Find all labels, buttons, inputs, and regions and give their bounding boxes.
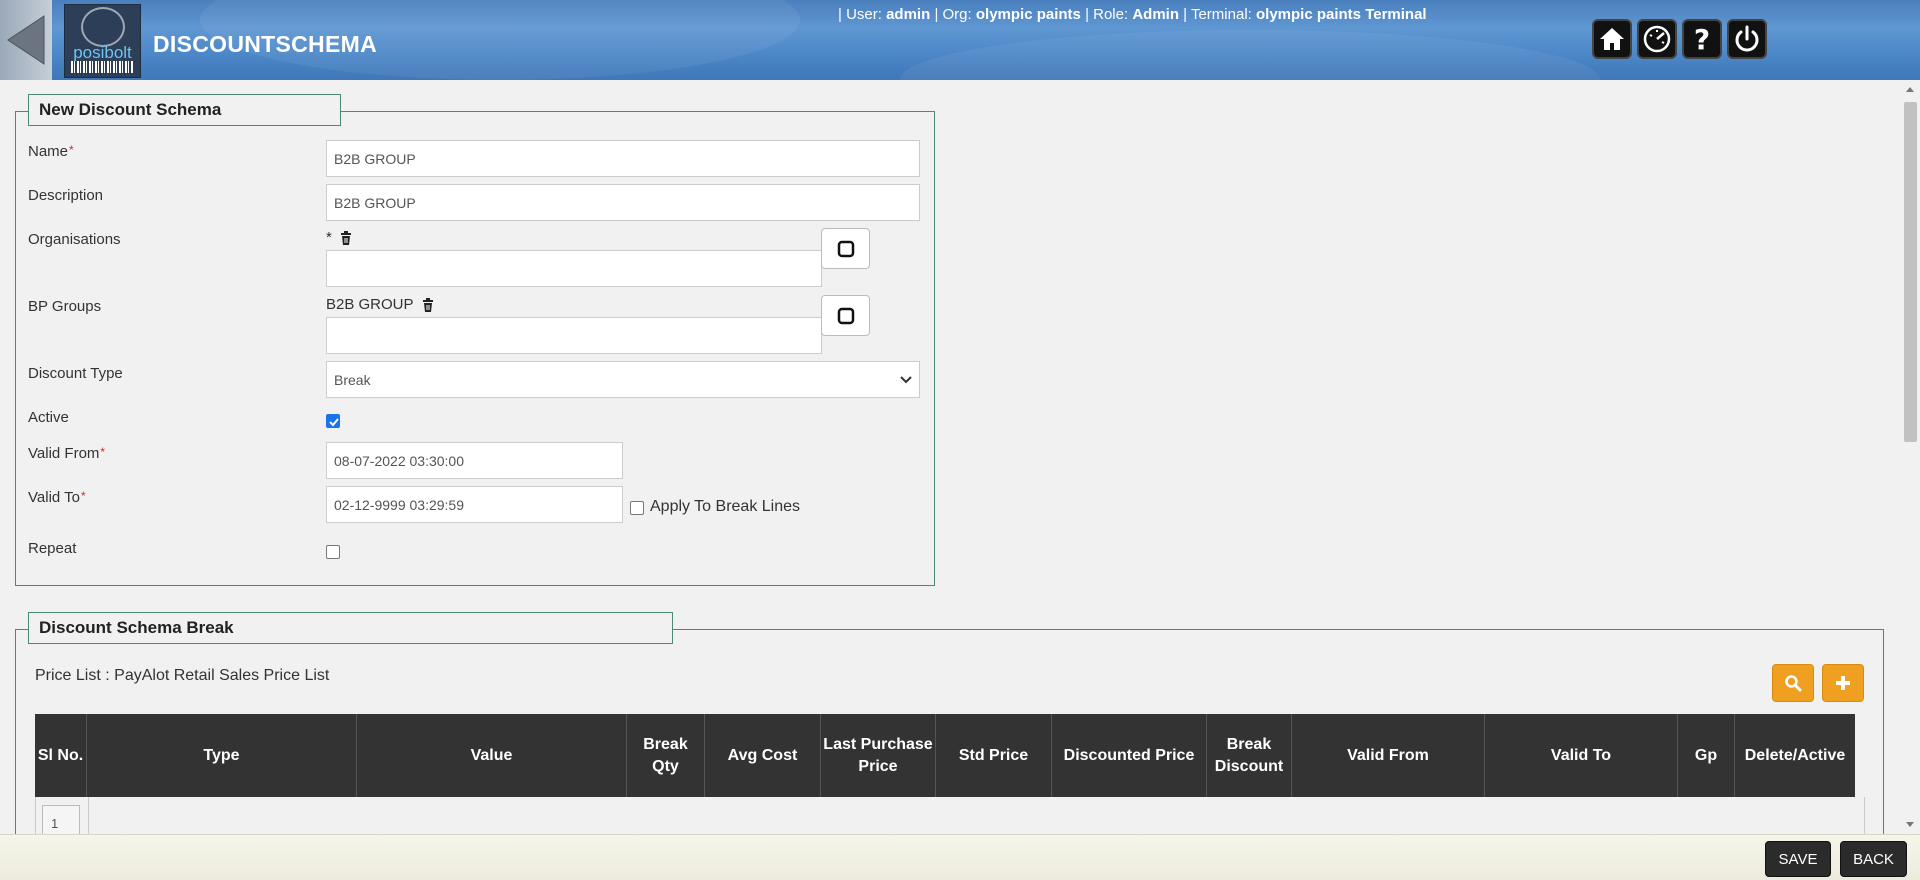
home-icon	[1600, 28, 1624, 50]
discount-type-value: Break	[334, 371, 371, 388]
column-divider	[88, 797, 89, 837]
help-button[interactable]: ?	[1682, 19, 1722, 59]
footer-bar: SAVE BACK	[0, 834, 1920, 880]
organisations-lookup-button[interactable]	[821, 228, 870, 269]
power-icon	[1735, 25, 1759, 52]
organisations-input[interactable]	[326, 250, 822, 287]
user-label: | User:	[838, 6, 882, 23]
repeat-label: Repeat	[28, 540, 77, 557]
name-label-text: Name	[28, 143, 69, 160]
organisations-tag: *	[326, 229, 352, 246]
valid-to-label-text: Valid To	[28, 489, 80, 506]
back-arrow-button[interactable]	[0, 0, 52, 80]
checkmark-icon	[329, 418, 339, 427]
column-header: Sl No.	[35, 714, 87, 797]
organisations-label: Organisations	[28, 231, 121, 248]
break-panel-legend: Discount Schema Break	[28, 612, 673, 644]
price-list-value: PayAlot Retail Sales Price List	[114, 667, 330, 684]
break-table-header: Sl No. Type Value Break Qty Avg Cost Las…	[35, 714, 1855, 797]
scrollbar-thumb[interactable]	[1904, 102, 1917, 442]
scroll-up-icon[interactable]	[1900, 84, 1920, 96]
column-header: Delete/Active	[1744, 746, 1846, 764]
active-label: Active	[28, 409, 69, 426]
valid-to-label: Valid To*	[28, 489, 86, 506]
panel-legend: New Discount Schema	[28, 94, 341, 126]
logo-ring	[81, 7, 125, 47]
back-button[interactable]: BACK	[1840, 841, 1907, 877]
column-header: Std Price	[936, 714, 1052, 797]
required-mark: *	[80, 489, 86, 503]
home-button[interactable]	[1592, 19, 1632, 59]
price-list-text: Price List : PayAlot Retail Sales Price …	[35, 667, 329, 685]
back-arrow-icon	[7, 15, 45, 65]
org-value: olympic paints	[975, 6, 1081, 23]
page-title: DISCOUNTSCHEMA	[153, 31, 377, 57]
save-button[interactable]: SAVE	[1765, 841, 1831, 877]
lookup-icon	[837, 240, 854, 257]
bp-groups-tag: B2B GROUP	[326, 296, 434, 313]
name-input[interactable]: B2B GROUP	[326, 140, 920, 177]
org-label: | Org:	[934, 6, 972, 23]
header-texture	[900, 30, 1600, 80]
dashboard-icon	[1643, 25, 1671, 53]
search-button[interactable]	[1772, 664, 1814, 702]
required-mark: *	[69, 143, 74, 157]
repeat-checkbox[interactable]	[326, 545, 340, 559]
posibolt-logo: posibolt	[64, 4, 141, 78]
bp-groups-label: BP Groups	[28, 298, 102, 315]
scroll-down-icon[interactable]	[1900, 818, 1920, 830]
valid-to-input[interactable]: 02-12-9999 03:29:59	[326, 486, 623, 523]
trash-icon[interactable]	[422, 297, 434, 312]
valid-from-input[interactable]: 08-07-2022 03:30:00	[326, 442, 623, 479]
break-table-body: 1	[35, 797, 1865, 841]
svg-text:?: ?	[1694, 24, 1710, 54]
column-header: Type	[87, 714, 357, 797]
role-value: Admin	[1132, 6, 1179, 23]
bp-groups-input[interactable]	[326, 317, 822, 354]
column-header: Value	[357, 714, 627, 797]
column-header: Last Purchase Price	[821, 714, 936, 797]
required-mark: *	[100, 445, 106, 459]
vertical-scrollbar[interactable]	[1900, 82, 1920, 834]
apply-break-lines-label: Apply To Break Lines	[650, 498, 801, 515]
name-label: Name*	[28, 143, 74, 160]
add-row-button[interactable]	[1822, 664, 1864, 702]
discount-type-label: Discount Type	[28, 365, 123, 382]
role-label: | Role:	[1085, 6, 1129, 23]
app-header: posibolt DISCOUNTSCHEMA | User: admin | …	[0, 0, 1920, 80]
trash-icon[interactable]	[340, 230, 352, 245]
lookup-icon	[837, 307, 854, 324]
dashboard-button[interactable]	[1637, 19, 1677, 59]
column-header: Valid From	[1292, 714, 1485, 797]
discount-type-select[interactable]: Break	[326, 361, 920, 398]
search-icon	[1785, 675, 1802, 692]
help-icon: ?	[1694, 24, 1710, 54]
column-header: Discounted Price	[1052, 714, 1207, 797]
chevron-down-icon	[900, 375, 912, 383]
column-header: Avg Cost	[705, 714, 821, 797]
plus-icon	[1836, 676, 1850, 690]
active-checkbox[interactable]	[326, 414, 340, 428]
user-info: | User: admin | Org: olympic paints | Ro…	[838, 6, 1427, 23]
bp-groups-tag-text: B2B GROUP	[326, 296, 414, 313]
valid-from-label-text: Valid From	[28, 445, 100, 462]
description-label: Description	[28, 187, 104, 204]
terminal-value: olympic paints Terminal	[1256, 6, 1427, 23]
terminal-label: | Terminal:	[1183, 6, 1252, 23]
price-list-label: Price List :	[35, 667, 110, 684]
column-header: Valid To	[1485, 714, 1678, 797]
logo-barcode	[71, 61, 134, 73]
column-header: Break Discount	[1207, 714, 1292, 797]
column-header: Gp	[1678, 714, 1735, 797]
valid-from-label: Valid From*	[28, 445, 105, 462]
user-value: admin	[886, 6, 931, 23]
apply-break-lines-checkbox[interactable]	[630, 501, 644, 515]
header-actions: ?	[1592, 19, 1767, 59]
logout-button[interactable]	[1727, 19, 1767, 59]
column-header: Break Qty	[627, 714, 705, 797]
bp-groups-lookup-button[interactable]	[821, 295, 870, 336]
logo-text: posibolt	[73, 43, 132, 62]
description-input[interactable]: B2B GROUP	[326, 184, 920, 221]
organisations-tag-text: *	[326, 229, 332, 246]
